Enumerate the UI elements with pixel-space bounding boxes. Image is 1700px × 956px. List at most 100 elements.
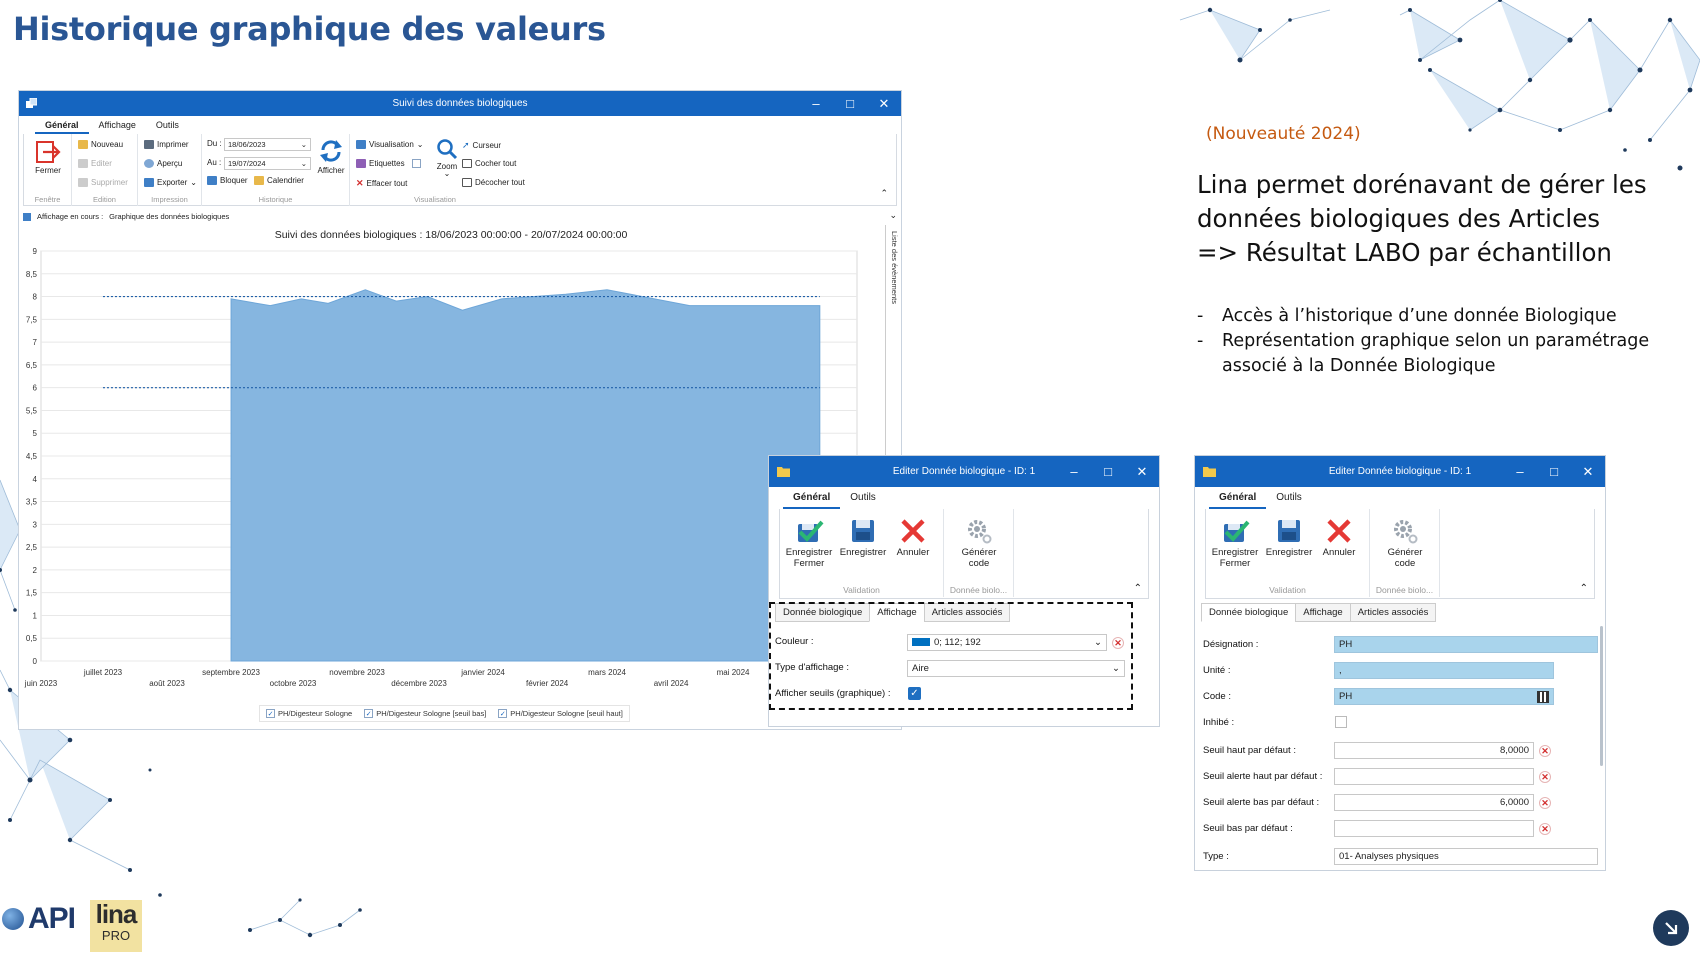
annuler-button[interactable]: Annuler <box>888 515 938 558</box>
dialog-tabs: Général Outils <box>769 487 1159 509</box>
apercu-button[interactable]: Aperçu <box>144 159 182 168</box>
collapse-ribbon-icon[interactable]: ⌃ <box>1134 583 1142 594</box>
au-date-input[interactable]: 19/07/2024 ⌄ <box>224 157 311 170</box>
exporter-button[interactable]: Exporter ⌄ <box>144 178 197 187</box>
tab-outils[interactable]: Outils <box>1266 487 1312 509</box>
tab-articles-associes[interactable]: Articles associés <box>1349 603 1437 622</box>
legend-item[interactable]: ✓ PH/Digesteur Sologne [seuil haut] <box>498 709 623 718</box>
code-input[interactable]: PH <box>1334 688 1554 705</box>
annuler-button[interactable]: Annuler <box>1314 515 1364 558</box>
next-slide-button[interactable] <box>1653 910 1689 946</box>
supprimer-button[interactable]: Supprimer <box>78 178 128 187</box>
du-date-input[interactable]: 18/06/2023 ⌄ <box>224 138 311 151</box>
visualisation-button[interactable]: Visualisation ⌄ <box>356 140 423 149</box>
area-series-ph <box>230 289 821 662</box>
clear-seuil-alerte-haut-button[interactable]: ✕ <box>1539 771 1551 783</box>
ribbon-tabs: Général Affichage Outils <box>19 116 901 134</box>
legend-checkbox[interactable]: ✓ <box>364 709 374 718</box>
y-tick-label: 6,5 <box>26 361 38 370</box>
tab-outils[interactable]: Outils <box>146 116 189 134</box>
y-tick-label: 1 <box>33 611 38 620</box>
x-tick-label: mai 2024 <box>717 668 750 677</box>
clear-seuil-alerte-bas-button[interactable]: ✕ <box>1539 797 1551 809</box>
nouveau-button[interactable]: Nouveau <box>78 140 123 149</box>
close-icon[interactable]: ✕ <box>1125 456 1159 487</box>
tab-outils[interactable]: Outils <box>840 487 886 509</box>
etiquettes-checkbox[interactable] <box>411 159 421 168</box>
seuil-bas-input[interactable] <box>1334 820 1534 837</box>
y-tick-label: 7,5 <box>26 315 38 324</box>
close-icon[interactable]: ✕ <box>1571 456 1605 487</box>
tab-affichage[interactable]: Affichage <box>89 116 146 134</box>
form-scrollbar[interactable] <box>1600 626 1603 766</box>
button-label: Fermer <box>793 558 825 569</box>
side-tab-evenements[interactable]: Liste des évènements <box>890 231 899 304</box>
preview-icon <box>144 159 154 168</box>
clear-seuil-haut-button[interactable]: ✕ <box>1539 745 1551 757</box>
unite-input[interactable]: , <box>1334 662 1554 679</box>
designation-input[interactable]: PH <box>1334 636 1598 653</box>
legend-checkbox[interactable]: ✓ <box>266 709 275 718</box>
legend-checkbox[interactable]: ✓ <box>498 709 508 718</box>
seuil-haut-input[interactable]: 8,0000 <box>1334 742 1534 759</box>
afficher-button[interactable]: Afficher <box>314 138 348 175</box>
fermer-button[interactable]: Fermer <box>30 140 66 175</box>
tab-general[interactable]: Général <box>783 487 841 509</box>
maximize-icon[interactable]: □ <box>1537 456 1571 487</box>
editor-dialog-donnee: Editer Donnée biologique - ID: 1 – □ ✕ G… <box>1194 455 1606 871</box>
etiquettes-toggle[interactable]: Etiquettes <box>356 159 421 168</box>
clear-seuil-bas-button[interactable]: ✕ <box>1539 823 1551 835</box>
calendrier-button[interactable]: Calendrier <box>254 176 304 185</box>
maximize-icon[interactable]: □ <box>1091 456 1125 487</box>
minimize-icon[interactable]: – <box>799 91 833 116</box>
enregistrer-button[interactable]: Enregistrer <box>838 515 888 558</box>
effacer-button[interactable]: ✕ Effacer tout <box>356 178 407 189</box>
seuil-alerte-bas-input[interactable]: 6,0000 <box>1334 794 1534 811</box>
editer-button[interactable]: Editer <box>78 159 112 168</box>
folder-icon <box>1203 466 1217 477</box>
curseur-button[interactable]: ➚ Curseur <box>462 140 501 151</box>
tab-general[interactable]: Général <box>35 116 89 134</box>
highlight-box <box>769 602 1133 710</box>
minimize-icon[interactable]: – <box>1057 456 1091 487</box>
qr-code-icon[interactable] <box>1537 691 1549 703</box>
x-tick-label: août 2023 <box>149 679 185 688</box>
network-decoration-bottom <box>248 898 362 938</box>
maximize-icon[interactable]: □ <box>833 91 867 116</box>
slide-title: Historique graphique des valeurs <box>13 10 606 48</box>
expand-chevron-icon[interactable]: ⌄ <box>889 210 897 221</box>
seuil-alerte-haut-input[interactable] <box>1334 768 1534 785</box>
y-tick-label: 2 <box>33 566 38 575</box>
generer-code-button[interactable]: Générer code <box>954 515 1004 569</box>
cocher-tout-button[interactable]: Cocher tout <box>462 159 516 168</box>
close-icon[interactable]: ✕ <box>867 91 901 116</box>
bloquer-button[interactable]: Bloquer <box>207 176 248 185</box>
enregistrer-fermer-button[interactable]: Enregistrer Fermer <box>784 515 834 569</box>
chevron-down-icon: ⌄ <box>300 140 307 149</box>
edit-icon <box>78 159 88 168</box>
enregistrer-fermer-button[interactable]: Enregistrer Fermer <box>1210 515 1260 569</box>
legend-item[interactable]: ✓ PH/Digesteur Sologne [seuil bas] <box>364 709 486 718</box>
tab-affichage[interactable]: Affichage <box>1295 603 1350 622</box>
minimize-icon[interactable]: – <box>1503 456 1537 487</box>
tab-donnee-biologique[interactable]: Donnée biologique <box>1201 603 1296 622</box>
tab-general[interactable]: Général <box>1209 487 1267 509</box>
lock-icon <box>207 176 217 185</box>
decocher-tout-button[interactable]: Décocher tout <box>462 178 525 187</box>
chevron-down-icon: ⌄ <box>300 159 307 168</box>
dialog-titlebar: Editer Donnée biologique - ID: 1 – □ ✕ <box>769 456 1159 487</box>
chart-legend: ✓ PH/Digesteur Sologne ✓ PH/Digesteur Solo… <box>259 705 630 722</box>
window-title: Suivi des données biologiques <box>392 98 528 109</box>
group-validation: Enregistrer Fermer Enregistrer Annuler V… <box>1206 509 1370 597</box>
collapse-ribbon-icon[interactable]: ⌃ <box>1580 583 1588 594</box>
check-all-icon <box>462 159 472 168</box>
inhibe-checkbox[interactable] <box>1335 716 1347 728</box>
generer-code-button[interactable]: Générer code <box>1380 515 1430 569</box>
imprimer-button[interactable]: Imprimer <box>144 140 189 149</box>
legend-item[interactable]: ✓ PH/Digesteur Sologne <box>266 709 352 718</box>
zoom-button[interactable]: Zoom ⌄ <box>434 138 460 178</box>
type-select[interactable]: 01- Analyses physiques <box>1334 848 1598 865</box>
enregistrer-button[interactable]: Enregistrer <box>1264 515 1314 558</box>
group-historique: Du : 18/06/2023 ⌄ Au : 19/07/2024 ⌄ Bloque… <box>202 134 350 206</box>
collapse-ribbon-icon[interactable]: ⌃ <box>880 188 888 199</box>
